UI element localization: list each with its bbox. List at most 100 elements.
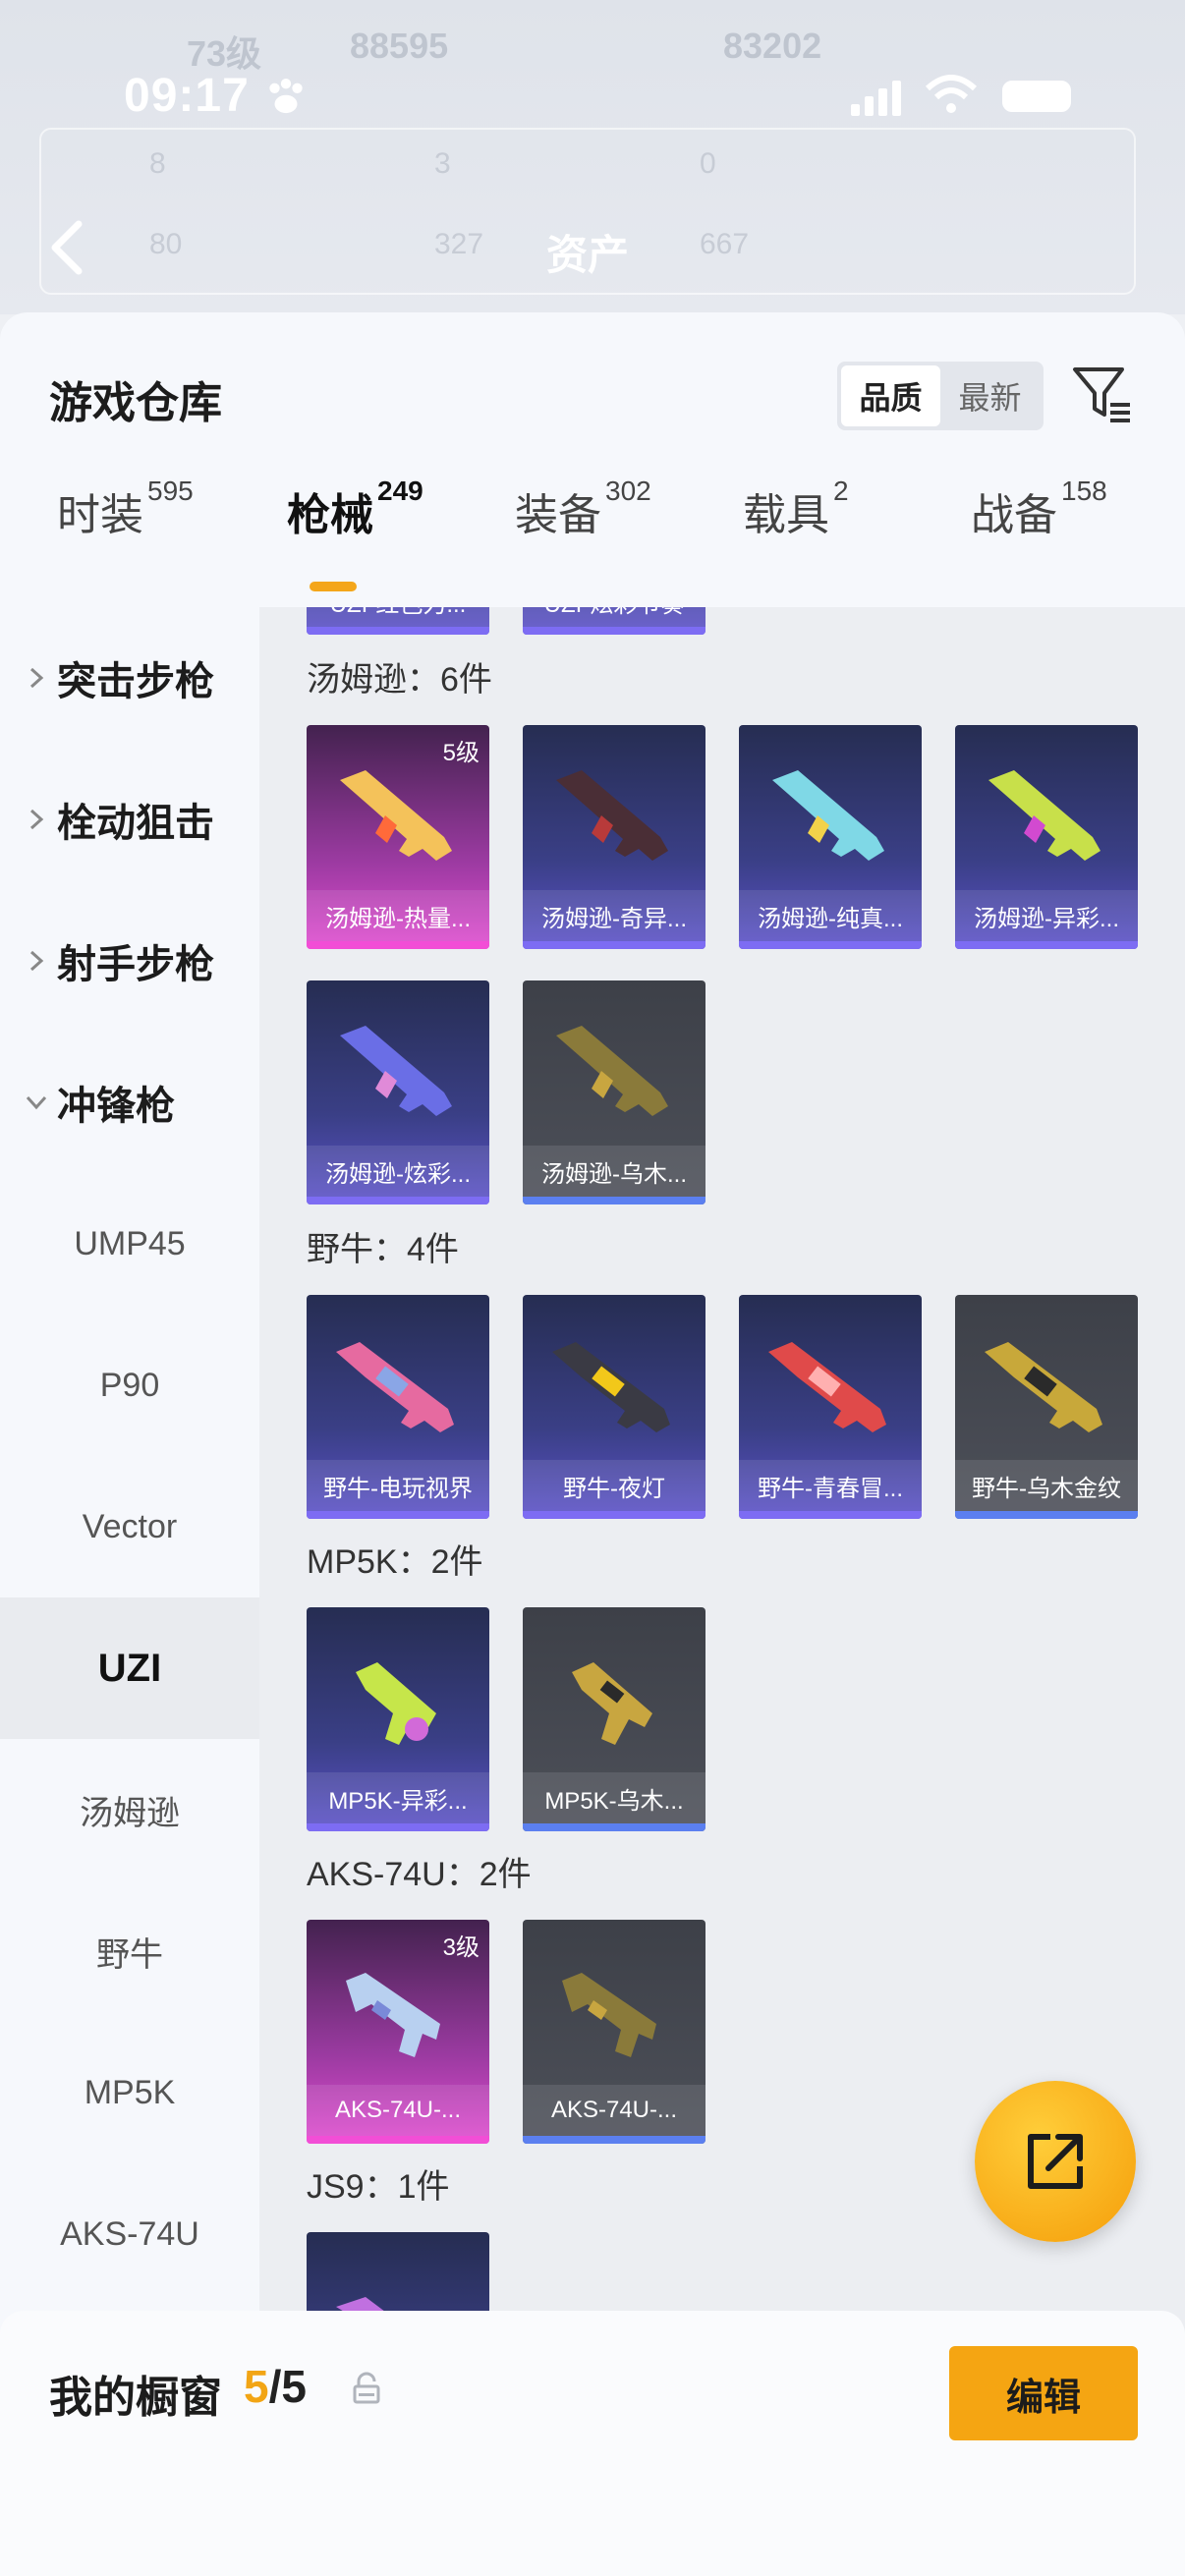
rarity-bar	[523, 1511, 705, 1519]
chevron-right-icon	[29, 809, 44, 830]
sidebar-item-uzi[interactable]: UZI	[0, 1597, 259, 1739]
sidebar-item-vector[interactable]: Vector	[0, 1456, 259, 1597]
skin-name: 野牛-夜灯	[523, 1460, 705, 1511]
page-title: 资产	[546, 232, 630, 278]
edit-button[interactable]: 编辑	[949, 2346, 1138, 2440]
bizon-gun-icon	[985, 1342, 1102, 1432]
tab-equipment[interactable]: 装备302	[515, 476, 651, 542]
rarity-bar	[307, 1511, 489, 1519]
lock-icon	[353, 2372, 380, 2404]
category-tabs: 时装595 枪械249 装备302 载具2 战备158	[0, 476, 1185, 588]
group-title: 野牛：4件	[307, 1231, 459, 1268]
skin-name: MP5K-乌木...	[523, 1772, 705, 1823]
rarity-bar	[307, 1197, 489, 1204]
sort-toggle: 品质 最新	[837, 362, 1044, 430]
sidebar-item-mp5k[interactable]: MP5K	[0, 2022, 259, 2163]
back-icon[interactable]	[47, 218, 86, 277]
tab-count: 302	[605, 476, 651, 506]
skin-card[interactable]: 野牛-夜灯	[523, 1295, 705, 1519]
tab-label: 时装	[57, 491, 143, 539]
skin-card[interactable]: 汤姆逊-乌木...	[523, 980, 705, 1204]
skin-card[interactable]: 汤姆逊-异彩...	[955, 725, 1138, 949]
aks74u-gun-icon	[346, 1973, 440, 2057]
wifi-icon	[925, 75, 978, 113]
sidebar-category-label: 突击步枪	[57, 660, 214, 703]
thompson-gun-icon	[772, 770, 884, 861]
skin-card[interactable]: 野牛-乌木金纹	[955, 1295, 1138, 1519]
skin-card[interactable]: UZI-红色力...	[307, 607, 489, 635]
filter-icon[interactable]	[1071, 364, 1134, 426]
faded-stat: 667	[700, 228, 750, 260]
skin-card[interactable]: 5级 汤姆逊-热量...	[307, 725, 489, 949]
skin-card[interactable]: 野牛-青春冒...	[739, 1295, 922, 1519]
tab-fashion[interactable]: 时装595	[57, 476, 194, 542]
group-title: MP5K：2件	[307, 1543, 483, 1581]
sidebar-item-aks74u[interactable]: AKS-74U	[0, 2163, 259, 2305]
tab-label: 载具	[743, 491, 829, 539]
rarity-bar	[307, 1823, 489, 1831]
faded-stat: 80	[149, 228, 183, 260]
faded-stat: 8	[149, 147, 166, 180]
rarity-bar	[739, 941, 922, 949]
sidebar-category-assault-rifle[interactable]: 突击步枪	[0, 607, 259, 749]
showcase-total: /5	[268, 2361, 307, 2412]
faded-stat: 327	[434, 228, 484, 260]
paw-icon	[269, 79, 303, 114]
skin-card[interactable]: 汤姆逊-奇异...	[523, 725, 705, 949]
share-icon	[1028, 2134, 1083, 2189]
skin-card[interactable]: MP5K-乌木...	[523, 1607, 705, 1831]
sidebar-item-thompson[interactable]: 汤姆逊	[0, 1739, 259, 1880]
tab-firearms[interactable]: 枪械249	[287, 476, 423, 542]
sidebar-category-bolt-sniper[interactable]: 栓动狙击	[0, 749, 259, 890]
rarity-bar	[307, 627, 489, 635]
sidebar-category-marksman-rifle[interactable]: 射手步枪	[0, 890, 259, 1032]
skin-name: 汤姆逊-乌木...	[523, 1146, 705, 1197]
status-time: 09:17	[124, 70, 250, 122]
battery-icon	[1002, 81, 1071, 112]
share-button[interactable]	[975, 2081, 1136, 2242]
sidebar-item-ump45[interactable]: UMP45	[0, 1173, 259, 1315]
skin-name: 野牛-电玩视界	[307, 1460, 489, 1511]
sidebar-category-label: 冲锋枪	[57, 1085, 175, 1128]
chevron-down-icon	[26, 1095, 47, 1110]
skin-card[interactable]: MP5K-异彩...	[307, 1607, 489, 1831]
showcase-title: 我的橱窗	[49, 2374, 222, 2422]
skin-card[interactable]: 汤姆逊-纯真...	[739, 725, 922, 949]
rarity-bar	[307, 2136, 489, 2144]
profile-header-background: 73级 88595 83202 09:17 8 3 0 80 327 667 资…	[0, 0, 1185, 314]
sort-option-newest[interactable]: 最新	[940, 365, 1040, 426]
tab-count: 249	[377, 476, 423, 506]
sort-option-quality[interactable]: 品质	[841, 365, 940, 426]
thompson-gun-icon	[556, 770, 668, 861]
thompson-gun-icon	[988, 770, 1100, 861]
rarity-bar	[523, 941, 705, 949]
tab-supplies[interactable]: 战备158	[971, 476, 1107, 542]
group-title: 汤姆逊：6件	[307, 661, 492, 699]
tab-count: 158	[1061, 476, 1107, 506]
skin-name: 汤姆逊-奇异...	[523, 890, 705, 941]
sidebar-item-bizon[interactable]: 野牛	[0, 1880, 259, 2022]
faded-stat: 0	[700, 147, 716, 180]
showcase-current: 5	[244, 2361, 269, 2412]
tab-count: 595	[147, 476, 194, 506]
rarity-bar	[739, 1511, 922, 1519]
skin-card[interactable]: 野牛-电玩视界	[307, 1295, 489, 1519]
skin-name: 汤姆逊-纯真...	[739, 890, 922, 941]
group-title: JS9：1件	[307, 2168, 450, 2206]
sidebar-item-p90[interactable]: P90	[0, 1315, 259, 1456]
rarity-bar	[523, 2136, 705, 2144]
sidebar-category-smg[interactable]: 冲锋枪	[0, 1032, 259, 1173]
skin-card[interactable]: UZI-炫彩节奏	[523, 607, 705, 635]
tab-label: 枪械	[287, 491, 373, 539]
rarity-bar	[523, 627, 705, 635]
rarity-bar	[955, 1511, 1138, 1519]
tab-vehicles[interactable]: 载具2	[743, 476, 849, 542]
skin-card[interactable]: 汤姆逊-炫彩...	[307, 980, 489, 1204]
faded-stat: 3	[434, 147, 451, 180]
mp5k-gun-icon	[356, 1662, 436, 1745]
skin-name: AKS-74U-...	[523, 2085, 705, 2136]
skin-card[interactable]: AKS-74U-...	[523, 1920, 705, 2144]
weapon-category-sidebar: 突击步枪 栓动狙击 射手步枪 冲锋枪 UMP45 P90 Vector UZI …	[0, 607, 259, 2376]
skin-card[interactable]: 3级 AKS-74U-...	[307, 1920, 489, 2144]
faded-score-2: 83202	[723, 26, 822, 66]
